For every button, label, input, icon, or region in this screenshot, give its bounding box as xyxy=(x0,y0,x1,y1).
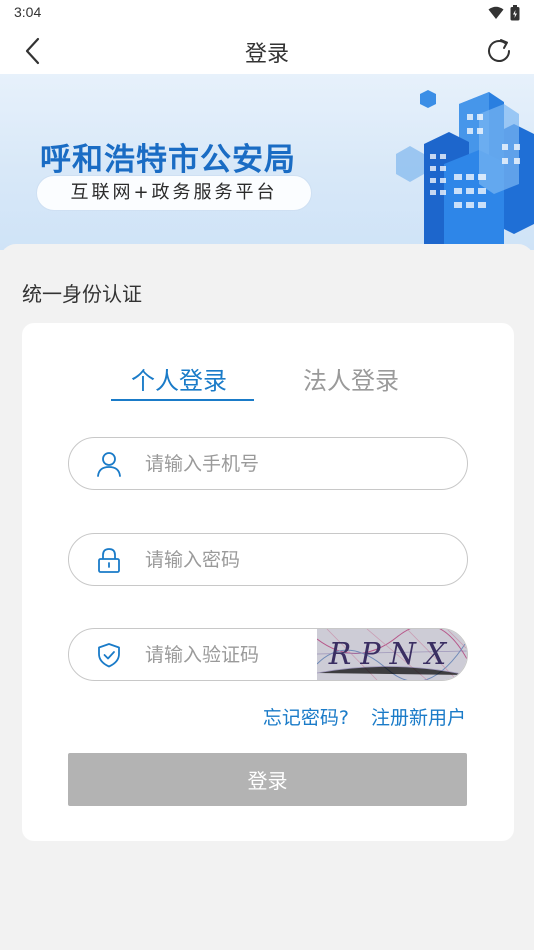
active-tab-indicator xyxy=(111,399,254,401)
banner: 呼和浩特市公安局 互联网+政务服务平台 xyxy=(0,74,534,250)
refresh-icon xyxy=(488,39,510,62)
phone-field xyxy=(68,437,468,490)
city-buildings-illustration xyxy=(396,90,534,250)
auth-links: 忘记密码? 注册新用户 xyxy=(263,703,466,730)
tab-personal-login[interactable]: 个人登录 xyxy=(131,361,227,396)
forgot-password-link[interactable]: 忘记密码? xyxy=(263,703,349,730)
status-time: 3:04 xyxy=(14,4,42,20)
status-icons xyxy=(488,5,520,21)
tab-legal-login[interactable]: 法人登录 xyxy=(303,361,399,396)
register-link[interactable]: 注册新用户 xyxy=(371,703,466,730)
status-bar: 3:04 xyxy=(0,0,534,26)
captcha-image[interactable]: RPNX xyxy=(317,629,467,680)
captcha-input[interactable] xyxy=(145,629,305,680)
section-title: 统一身份认证 xyxy=(22,282,142,306)
banner-subtitle: 互联网+政务服务平台 xyxy=(36,175,312,211)
login-card: 个人登录 法人登录 请输入手机号 请输入验证码 RPNX 忘记密码? 注册新用户… xyxy=(22,323,514,841)
password-input[interactable] xyxy=(145,534,375,585)
captcha-text: RPNX xyxy=(328,637,456,672)
captcha-field: RPNX xyxy=(68,628,468,681)
phone-input[interactable] xyxy=(145,438,375,489)
page-title: 登录 xyxy=(244,42,289,67)
wifi-icon xyxy=(488,6,504,19)
banner-title: 呼和浩特市公安局 xyxy=(40,142,296,178)
password-field xyxy=(68,533,468,586)
shield-check-icon xyxy=(98,643,120,668)
user-icon xyxy=(97,452,121,477)
nav-bar: 登录 xyxy=(0,26,534,74)
battery-icon xyxy=(510,5,520,21)
login-button[interactable]: 登录 xyxy=(68,753,467,806)
refresh-button[interactable] xyxy=(484,36,516,66)
lock-icon xyxy=(98,548,120,573)
